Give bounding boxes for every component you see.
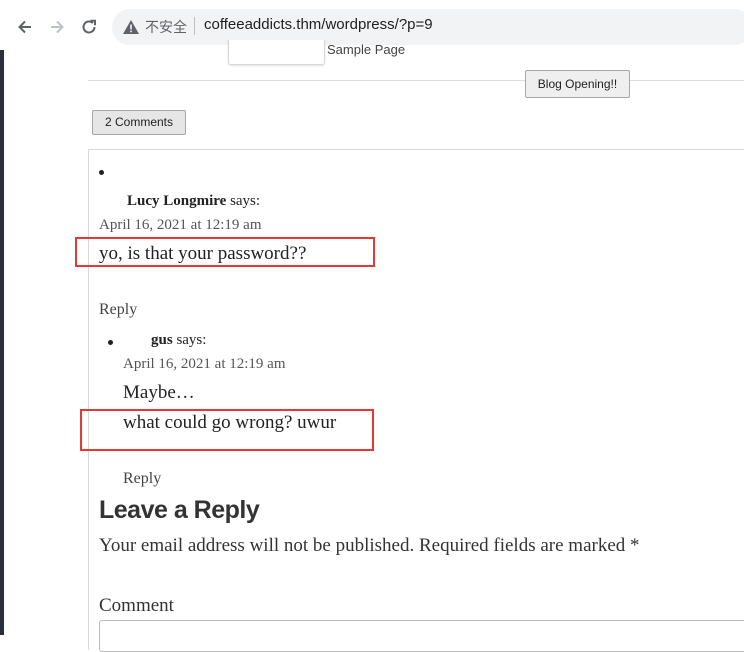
says-label: says: <box>230 193 261 209</box>
arrow-right-icon <box>51 20 64 34</box>
comment-field-label: Comment <box>99 595 174 616</box>
comment-author: Lucy Longmire says: <box>127 193 260 210</box>
comment-text: Maybe… <box>123 382 195 403</box>
highlight-box <box>75 237 375 267</box>
reply-link[interactable]: Reply <box>99 301 137 319</box>
comment-author: gus says: <box>151 332 206 349</box>
url-text[interactable]: coffeeaddicts.thm/wordpress/?p=9 <box>204 16 433 33</box>
dropdown-menu-box <box>228 40 325 65</box>
left-edge <box>0 50 4 635</box>
highlight-box <box>80 409 374 451</box>
comment-textarea[interactable] <box>99 620 744 652</box>
says-label: says: <box>176 332 207 348</box>
back-button[interactable] <box>11 13 39 41</box>
omnibox-separator <box>194 17 195 35</box>
reply-form-title: Leave a Reply <box>99 496 260 524</box>
sample-page-link[interactable]: Sample Page <box>327 42 405 57</box>
reload-icon <box>82 19 96 34</box>
list-bullet <box>99 170 104 175</box>
reply-form-notes: Your email address will not be published… <box>99 535 640 556</box>
insecure-label[interactable]: 不安全 <box>145 17 187 37</box>
author-name[interactable]: gus <box>151 332 173 348</box>
comment-date[interactable]: April 16, 2021 at 12:19 am <box>123 356 285 373</box>
author-name[interactable]: Lucy Longmire <box>127 193 226 209</box>
reply-link[interactable]: Reply <box>123 470 161 488</box>
comments-count-button[interactable]: 2 Comments <box>92 110 186 135</box>
forward-button[interactable] <box>43 13 71 41</box>
blog-opening-button[interactable]: Blog Opening!! <box>525 70 630 98</box>
header-divider <box>88 80 744 81</box>
reload-button[interactable] <box>75 13 103 41</box>
warning-triangle-icon[interactable] <box>122 18 140 36</box>
list-bullet <box>108 340 113 345</box>
comment-date[interactable]: April 16, 2021 at 12:19 am <box>99 217 261 234</box>
arrow-left-icon <box>18 20 31 34</box>
